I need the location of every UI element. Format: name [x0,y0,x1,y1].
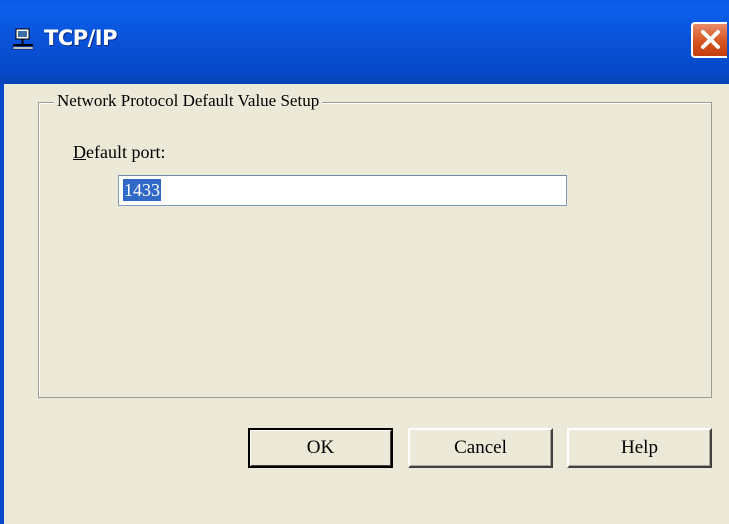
help-button[interactable]: Help [567,428,712,468]
port-value-selected: 1433 [123,179,161,201]
close-icon [701,30,720,49]
default-port-label: Default port: [73,142,165,163]
group-legend: Network Protocol Default Value Setup [54,91,323,111]
window-frame [0,84,4,524]
cancel-button[interactable]: Cancel [408,428,553,468]
close-button[interactable] [691,22,727,58]
ok-button[interactable]: OK [248,428,393,468]
title-bar[interactable]: TCP/IP [0,0,729,84]
default-port-input[interactable]: 1433 [118,175,567,206]
window-title: TCP/IP [44,26,118,50]
network-icon [12,28,34,50]
tcpip-dialog: TCP/IP Network Protocol Default Value Se… [0,0,729,524]
label-text: efault port: [86,142,166,162]
label-mnemonic: D [73,142,86,162]
